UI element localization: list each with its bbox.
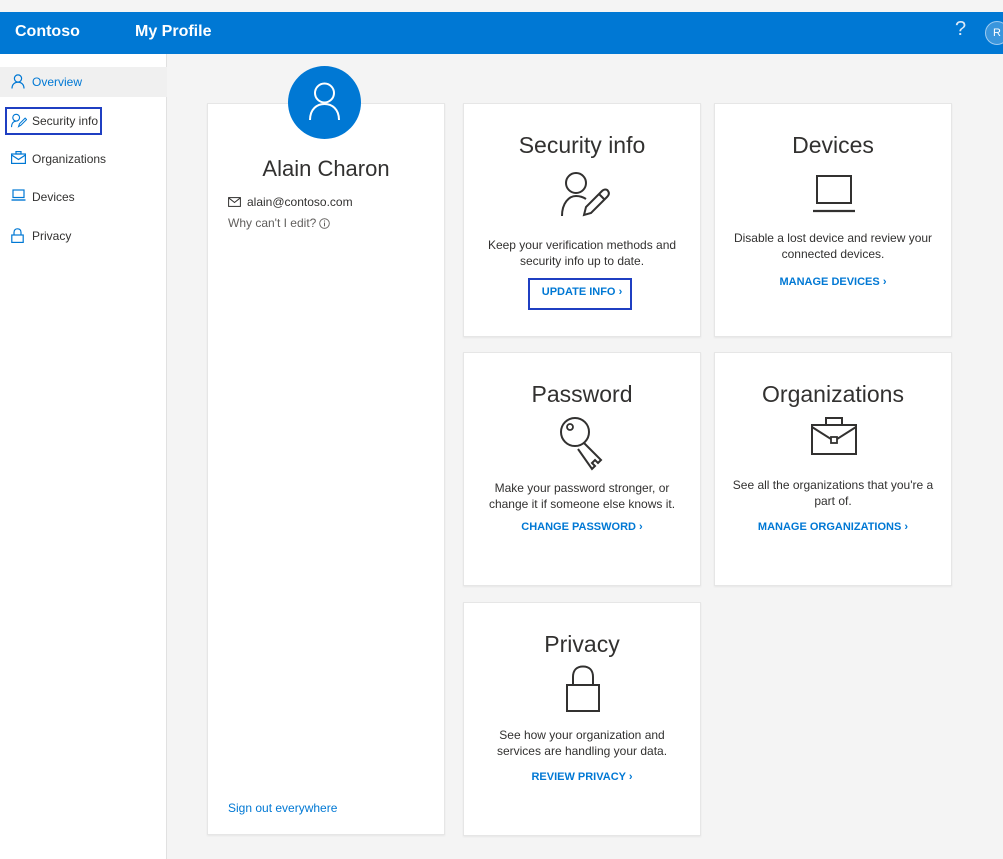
top-bar: Contoso My Profile ? R	[0, 12, 1003, 54]
card-description: Disable a lost device and review your co…	[733, 231, 933, 261]
sidebar-item-label: Devices	[32, 190, 75, 204]
review-privacy-link[interactable]: REVIEW PRIVACY ›	[464, 771, 700, 783]
sidebar-item-label: Organizations	[32, 152, 107, 166]
sidebar: Overview Security info Organizations Dev…	[0, 54, 167, 859]
privacy-card: Privacy See how your organization and se…	[463, 602, 701, 836]
chevron-right-icon: ›	[618, 286, 623, 298]
devices-card: Devices Disable a lost device and review…	[714, 103, 952, 337]
card-title: Privacy	[544, 631, 620, 657]
info-icon[interactable]	[319, 217, 331, 229]
link-label: MANAGE DEVICES	[779, 276, 880, 288]
security-info-card: Security info Keep your verification met…	[463, 103, 701, 337]
cant-edit-link[interactable]: Why can't I edit?	[228, 216, 331, 230]
sidebar-item-label: Overview	[32, 75, 83, 89]
link-label: UPDATE INFO	[541, 286, 616, 298]
card-description: Keep your verification methods and secur…	[487, 238, 677, 268]
account-avatar[interactable]: R	[985, 21, 1003, 45]
manage-organizations-link[interactable]: MANAGE ORGANIZATIONS ›	[715, 521, 951, 533]
chevron-right-icon: ›	[639, 521, 643, 533]
sign-out-everywhere-link[interactable]: Sign out everywhere	[228, 801, 337, 815]
manage-devices-link[interactable]: MANAGE DEVICES ›	[715, 276, 951, 288]
profile-card: Alain Charon alain@contoso.com Why can't…	[207, 103, 445, 835]
update-info-link[interactable]: UPDATE INFO ›	[464, 286, 700, 298]
card-description: See all the organizations that you're a …	[732, 478, 934, 508]
briefcase-icon	[11, 151, 27, 167]
sidebar-item-label: Privacy	[32, 229, 72, 243]
app-title[interactable]: My Profile	[135, 23, 211, 41]
password-card: Password Make your password stronger, or…	[463, 352, 701, 586]
person-pen-icon	[560, 171, 610, 222]
help-icon[interactable]: ?	[955, 18, 966, 41]
card-description: Make your password stronger, or change i…	[488, 481, 676, 511]
key-icon	[558, 415, 606, 476]
sidebar-item-privacy[interactable]: Privacy	[0, 221, 167, 251]
briefcase-icon	[811, 417, 857, 460]
chevron-right-icon: ›	[628, 771, 633, 783]
chevron-right-icon: ›	[882, 276, 887, 288]
person-icon	[309, 82, 340, 121]
lock-icon	[566, 665, 600, 718]
highlight-frame	[5, 107, 102, 135]
cant-edit-text: Why can't I edit?	[228, 216, 317, 230]
chevron-right-icon: ›	[904, 521, 909, 533]
sidebar-item-devices[interactable]: Devices	[0, 182, 167, 212]
card-title: Security info	[518, 132, 646, 158]
profile-email: alain@contoso.com	[228, 195, 353, 209]
card-title: Password	[531, 381, 633, 407]
person-icon	[11, 74, 27, 90]
profile-name: Alain Charon	[262, 156, 390, 181]
link-label: MANAGE ORGANIZATIONS	[757, 521, 902, 533]
lock-icon	[11, 228, 27, 244]
sidebar-item-organizations[interactable]: Organizations	[0, 144, 167, 174]
sidebar-item-overview[interactable]: Overview	[0, 67, 167, 97]
link-label: CHANGE PASSWORD	[521, 521, 636, 533]
brand-name[interactable]: Contoso	[15, 23, 80, 41]
email-text: alain@contoso.com	[247, 195, 353, 209]
link-label: REVIEW PRIVACY	[531, 771, 626, 783]
laptop-icon	[11, 189, 27, 205]
change-password-link[interactable]: CHANGE PASSWORD ›	[464, 521, 700, 533]
laptop-icon	[812, 174, 856, 219]
card-title: Organizations	[762, 381, 904, 407]
card-title: Devices	[792, 132, 874, 158]
card-description: See how your organization and services a…	[496, 728, 668, 758]
mail-icon	[228, 197, 241, 207]
organizations-card: Organizations See all the organizations …	[714, 352, 952, 586]
profile-avatar[interactable]	[288, 66, 361, 139]
sidebar-item-security-info[interactable]: Security info	[0, 106, 167, 136]
